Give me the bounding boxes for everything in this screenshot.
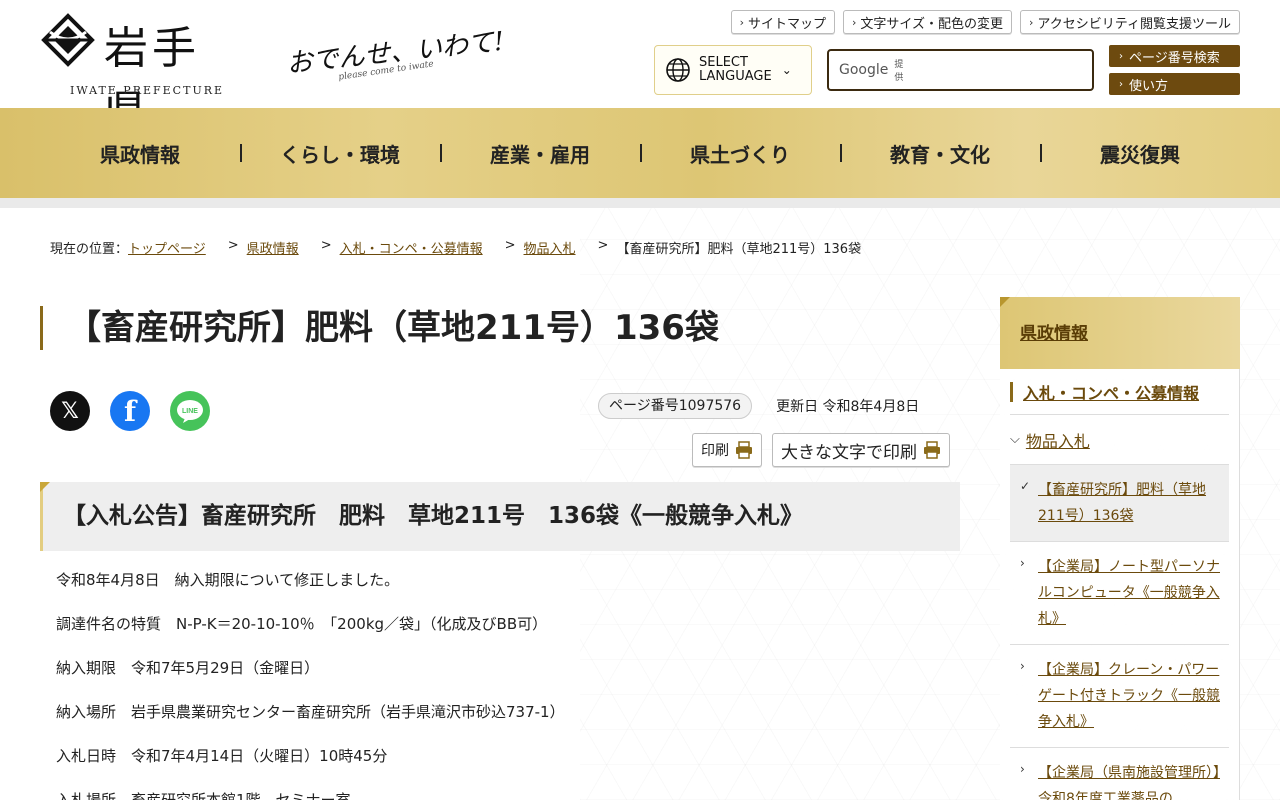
select-language-button[interactable]: SELECT LANGUAGE ⌄ (654, 45, 812, 95)
content-paragraph: 入札場所 畜産研究所本館1階 セミナー室 (56, 791, 351, 800)
util-link-label: アクセシビリティ閲覧支援ツール (1037, 16, 1231, 32)
breadcrumb-link-goods-bidding[interactable]: 物品入札 (524, 238, 576, 257)
svg-text:LINE: LINE (182, 408, 198, 415)
updated-date: 更新日 令和8年4月8日 (776, 399, 920, 415)
article-content: 令和8年4月8日 納入期限について修正しました。 調達件名の特質 N-P-K＝2… (56, 569, 956, 800)
chevron-right-icon: › (739, 15, 744, 29)
chevron-right-icon: › (1119, 78, 1123, 90)
site-search: Google 提供 (827, 49, 1094, 91)
sidebar-item-link[interactable]: 【畜産研究所】肥料（草地211号）136袋 (1038, 477, 1221, 529)
utility-links: › サイトマップ › 文字サイズ・配色の変更 › アクセシビリティ閲覧支援ツール (730, 10, 1240, 34)
breadcrumb-link-bidding[interactable]: 入札・コンペ・公募情報 (340, 238, 483, 257)
breadcrumb-current: 【畜産研究所】肥料（草地211号）136袋 (616, 242, 862, 257)
section-title: 【入札公告】畜産研究所 肥料 草地211号 136袋《一般競争入札》 (40, 482, 960, 551)
content-paragraph: 入札日時 令和7年4月14日（火曜日）10時45分 (56, 747, 388, 765)
sidebar-item-link[interactable]: 【企業局】クレーン・パワーゲート付きトラック《一般競争入札》 (1038, 657, 1221, 735)
social-share: 𝕏 f LINE (50, 391, 210, 431)
sitemap-link[interactable]: › サイトマップ (730, 10, 835, 34)
how-to-use-button[interactable]: › 使い方 (1109, 73, 1240, 95)
line-bubble-icon: LINE (177, 400, 203, 423)
nav-item-prefectural-info[interactable]: 県政情報 (40, 108, 240, 198)
content-paragraph: 納入場所 岩手県農業研究センター畜産研究所（岩手県滝沢市砂込737-1） (56, 703, 565, 721)
sidebar-item-link[interactable]: 【企業局】ノート型パーソナルコンピュータ《一般競争入札》 (1038, 554, 1221, 632)
nav-divider (0, 198, 1280, 208)
sidebar-level3: ⌵ 物品入札 (1010, 415, 1229, 465)
facebook-share-icon[interactable]: f (110, 391, 150, 431)
sidebar-item-bidding[interactable]: 入札・コンペ・公募情報 (1023, 380, 1199, 404)
page-meta: ページ番号1097576 更新日 令和8年4月8日 (598, 393, 919, 419)
chevron-right-icon: › (1029, 15, 1034, 29)
sidebar-level2: 入札・コンペ・公募情報 (1010, 369, 1229, 415)
content-paragraph: 調達件名の特質 N-P-K＝20-10-10％ 「200kg／袋」（化成及びBB… (56, 615, 548, 633)
language-line2: LANGUAGE (699, 69, 772, 84)
sidebar-heading: 県政情報 (1000, 297, 1240, 369)
chevron-right-icon: › (851, 15, 857, 29)
sidebar-item: › 【企業局（県南施設管理所）】令和8年度工業薬品の (1010, 748, 1229, 800)
nav-item-living-environment[interactable]: くらし・環境 (240, 108, 440, 198)
chevron-down-icon: ⌵ (1010, 432, 1020, 447)
slogan: おでんせ、いわて! please come to iwate (285, 10, 526, 90)
print-label: 印刷 (701, 443, 729, 459)
check-icon: ✓ (1020, 479, 1031, 493)
breadcrumb-prefix: 現在の位置： (50, 242, 129, 257)
print-buttons: 印刷 大きな文字で印刷 (692, 433, 950, 467)
printer-icon (924, 441, 940, 459)
global-nav: 県政情報 くらし・環境 産業・雇用 県土づくり 教育・文化 震災復興 (0, 108, 1280, 198)
site-header: 岩手県 IWATE PREFECTURE おでんせ、いわて! please co… (0, 0, 1280, 138)
language-label: SELECT LANGUAGE (699, 56, 772, 84)
util-link-label: 文字サイズ・配色の変更 (860, 16, 1004, 32)
text-size-color-link[interactable]: › 文字サイズ・配色の変更 (842, 10, 1013, 34)
content-paragraph: 令和8年4月8日 納入期限について修正しました。 (56, 571, 400, 589)
breadcrumb-separator: > (597, 238, 609, 253)
globe-icon (666, 58, 690, 82)
page-title: 【畜産研究所】肥料（草地211号）136袋 (40, 306, 719, 350)
page-number-search-button[interactable]: › ページ番号検索 (1109, 45, 1240, 67)
sidebar-item-current: ✓ 【畜産研究所】肥料（草地211号）136袋 (1010, 465, 1229, 542)
google-brand: Google (839, 62, 889, 78)
sidebar-item: › 【企業局】クレーン・パワーゲート付きトラック《一般競争入札》 (1010, 645, 1229, 748)
breadcrumb-separator: > (320, 238, 332, 253)
sidebar-item: › 【企業局】ノート型パーソナルコンピュータ《一般競争入札》 (1010, 542, 1229, 645)
nav-item-disaster-recovery[interactable]: 震災復興 (1040, 108, 1240, 198)
content-paragraph: 納入期限 令和7年5月29日（金曜日） (56, 659, 320, 677)
print-large-label: 大きな文字で印刷 (781, 442, 917, 463)
util-link-label: サイトマップ (747, 16, 826, 32)
breadcrumb-separator: > (227, 238, 239, 253)
logo-english: IWATE PREFECTURE (70, 84, 225, 97)
search-input[interactable] (907, 55, 1085, 85)
page-number-badge: ページ番号1097576 (598, 393, 753, 419)
sidebar-level2-bar (1010, 381, 1013, 402)
line-share-icon[interactable]: LINE (170, 391, 210, 431)
breadcrumb: 現在の位置： トップページ > 県政情報 > 入札・コンペ・公募情報 > 物品入… (50, 238, 861, 257)
print-large-button[interactable]: 大きな文字で印刷 (772, 433, 950, 467)
chevron-right-icon: › (1119, 50, 1123, 62)
accessibility-tool-link[interactable]: › アクセシビリティ閲覧支援ツール (1020, 10, 1240, 34)
prefecture-emblem-icon (41, 13, 95, 67)
print-button[interactable]: 印刷 (692, 433, 762, 467)
search-provided-label: 提供 (894, 60, 904, 83)
sidebar-heading-link[interactable]: 県政情報 (1020, 324, 1088, 344)
chevron-down-icon: ⌄ (781, 63, 792, 77)
breadcrumb-separator: > (504, 238, 516, 253)
sidebar-item-link[interactable]: 【企業局（県南施設管理所）】令和8年度工業薬品の (1038, 760, 1221, 800)
printer-icon (736, 441, 752, 459)
breadcrumb-link-top[interactable]: トップページ (128, 238, 206, 257)
nav-item-industry-employment[interactable]: 産業・雇用 (440, 108, 640, 198)
prefecture-logo[interactable]: 岩手県 IWATE PREFECTURE (40, 10, 240, 138)
chevron-right-icon: › (1020, 556, 1025, 570)
chevron-right-icon: › (1020, 762, 1025, 776)
button-label: 使い方 (1129, 78, 1169, 94)
nav-item-land-development[interactable]: 県土づくり (640, 108, 840, 198)
language-line1: SELECT (699, 55, 748, 70)
breadcrumb-link-prefectural-info[interactable]: 県政情報 (247, 238, 299, 257)
sidebar-item-goods-bidding[interactable]: 物品入札 (1026, 428, 1090, 452)
sidebar-nav: 県政情報 入札・コンペ・公募情報 ⌵ 物品入札 ✓ 【畜産研究所】肥料（草地21… (1000, 297, 1240, 800)
x-share-icon[interactable]: 𝕏 (50, 391, 90, 431)
button-label: ページ番号検索 (1129, 50, 1220, 66)
chevron-right-icon: › (1020, 659, 1025, 673)
header-side-buttons: › ページ番号検索 › 使い方 (1109, 45, 1240, 101)
nav-item-education-culture[interactable]: 教育・文化 (840, 108, 1040, 198)
